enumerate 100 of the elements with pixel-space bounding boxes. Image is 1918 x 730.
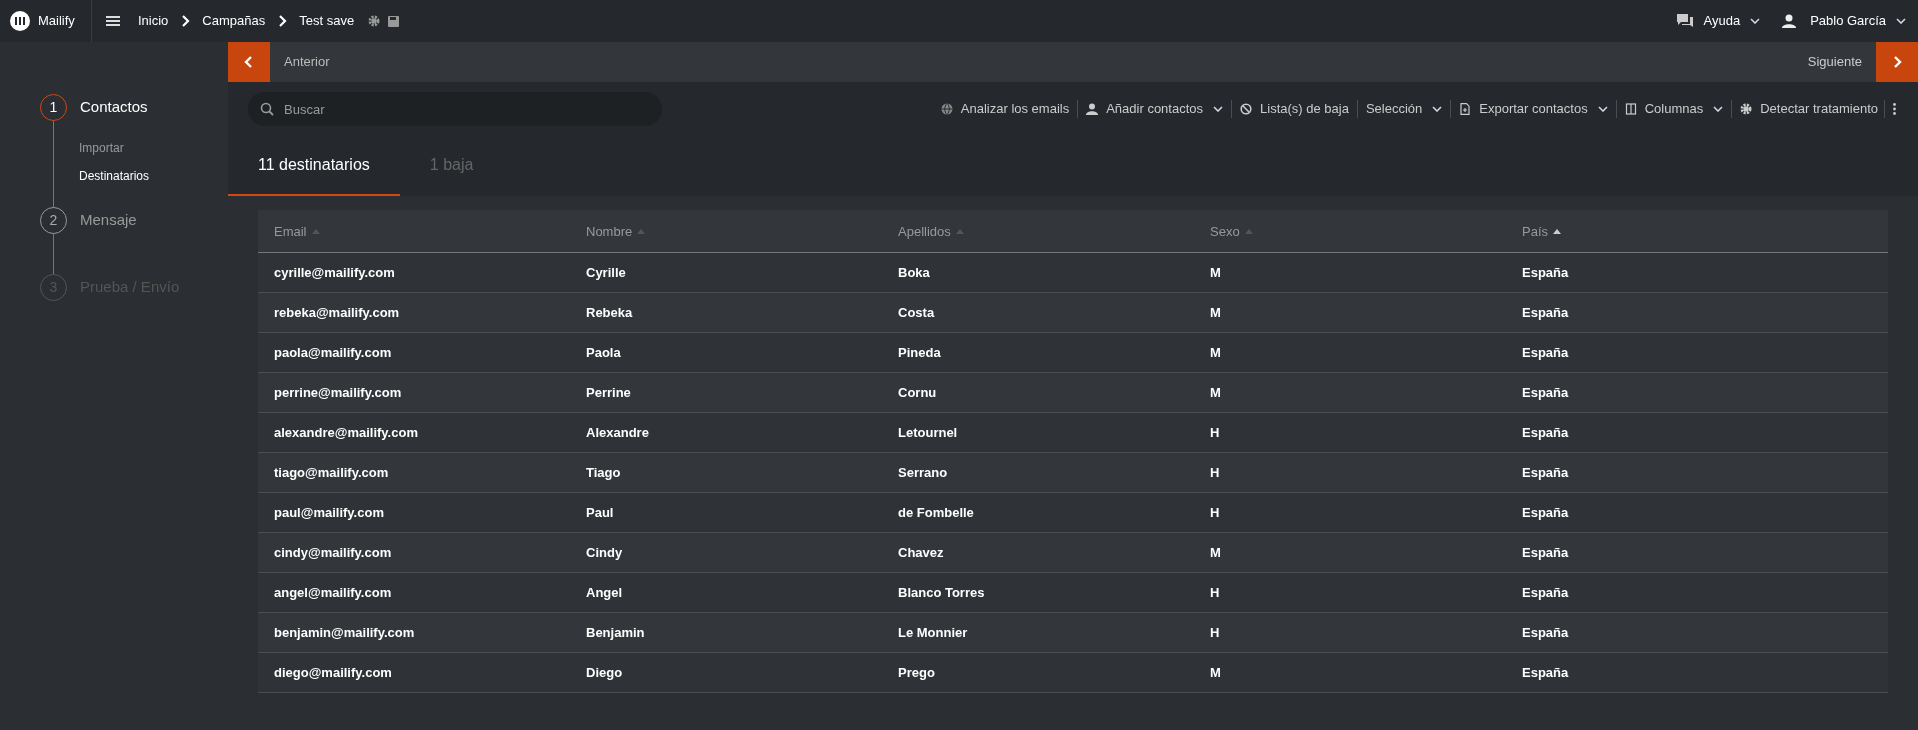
table-cell: España <box>1522 385 1569 400</box>
table-cell: España <box>1522 265 1569 280</box>
toolbar-button[interactable]: Analizar los emails <box>940 99 1070 119</box>
step-label[interactable]: Mensaje <box>80 209 137 232</box>
table-cell: diego@mailify.com <box>274 665 392 680</box>
table-cell: Perrine <box>586 385 631 400</box>
table-cell: Cindy <box>586 545 623 560</box>
user-icon <box>1782 14 1797 28</box>
toolbar-button[interactable]: Añadir contactos <box>1086 99 1224 119</box>
table-cell: alexandre@mailify.com <box>274 425 418 440</box>
toolbar-button[interactable]: Detectar tratamiento <box>1740 99 1878 119</box>
table-cell: Serrano <box>898 465 948 480</box>
vertical-ellipsis-icon <box>1893 103 1896 115</box>
column-header[interactable]: Sexo <box>1210 221 1253 242</box>
more-options-button[interactable] <box>1891 103 1898 115</box>
user-icon <box>1086 103 1099 115</box>
table-cell: M <box>1210 345 1221 360</box>
table-cell: España <box>1522 465 1569 480</box>
table-cell: Paul <box>586 505 614 520</box>
chevron-right-icon <box>277 14 288 28</box>
toolbar-button[interactable]: Columnas <box>1624 99 1724 119</box>
table-cell: España <box>1522 425 1569 440</box>
toolbar-button[interactable]: Selección <box>1365 99 1443 119</box>
tab[interactable]: 11 destinatarios <box>228 136 400 196</box>
table-cell: Diego <box>586 665 623 680</box>
table-cell: España <box>1522 545 1569 560</box>
caret-icon <box>1213 106 1224 112</box>
table-cell: España <box>1522 345 1569 360</box>
breadcrumb-link[interactable]: Inicio <box>138 11 169 31</box>
column-header[interactable]: Email <box>274 221 320 242</box>
table-cell: Angel <box>586 585 623 600</box>
table-cell: benjamin@mailify.com <box>274 625 415 640</box>
user-menu[interactable]: Pablo García <box>1782 11 1906 31</box>
table-cell: Tiago <box>586 465 621 480</box>
table-cell: España <box>1522 505 1569 520</box>
caret-icon <box>1750 18 1761 24</box>
table-cell: paola@mailify.com <box>274 345 392 360</box>
table-cell: Rebeka <box>586 305 633 320</box>
column-header[interactable]: Apellidos <box>898 221 964 242</box>
chevron-right-icon <box>180 14 191 28</box>
table-cell: perrine@mailify.com <box>274 385 402 400</box>
chevron-right-icon <box>1892 55 1902 69</box>
toolbar-button[interactable]: Lista(s) de baja <box>1240 99 1349 119</box>
table-cell: Chavez <box>898 545 944 560</box>
table-cell: Prego <box>898 665 935 680</box>
gear-icon <box>368 15 381 27</box>
breadcrumb-link[interactable]: Test save <box>299 11 355 31</box>
previous-button[interactable] <box>228 42 270 82</box>
table-cell: M <box>1210 665 1221 680</box>
table-cell: Paola <box>586 345 621 360</box>
table-cell: Boka <box>898 265 930 280</box>
gear-icon <box>1740 103 1753 115</box>
prohibited-icon <box>1240 103 1253 115</box>
file-icon <box>1459 103 1472 115</box>
table-cell: H <box>1210 465 1220 480</box>
table-cell: España <box>1522 665 1569 680</box>
table-cell: M <box>1210 385 1221 400</box>
table-cell: Cyrille <box>586 265 626 280</box>
table-cell: M <box>1210 265 1221 280</box>
chevron-left-icon <box>244 55 254 69</box>
breadcrumb-link[interactable]: Campañas <box>202 11 266 31</box>
table-cell: M <box>1210 305 1221 320</box>
table-cell: Alexandre <box>586 425 649 440</box>
search-field[interactable]: Buscar <box>248 92 662 126</box>
table-cell: Pineda <box>898 345 941 360</box>
table-cell: H <box>1210 585 1220 600</box>
previous-link[interactable]: Anterior <box>284 52 330 72</box>
table-cell: Costa <box>898 305 935 320</box>
next-link[interactable]: Siguiente <box>1807 52 1862 72</box>
column-header[interactable]: País <box>1522 221 1561 242</box>
table-cell: H <box>1210 505 1220 520</box>
caret-icon <box>1713 106 1724 112</box>
columns-icon <box>1624 103 1637 115</box>
table-cell: de Fombelle <box>898 505 974 520</box>
table-cell: angel@mailify.com <box>274 585 392 600</box>
table-cell: tiago@mailify.com <box>274 465 389 480</box>
column-header[interactable]: Nombre <box>586 221 646 242</box>
search-icon <box>260 102 274 116</box>
table-cell: España <box>1522 305 1569 320</box>
table-cell: Benjamin <box>586 625 645 640</box>
toolbar-button[interactable]: Exportar contactos <box>1459 99 1608 119</box>
substep-link[interactable]: Destinatarios <box>79 167 228 185</box>
table-cell: cyrille@mailify.com <box>274 265 395 280</box>
help-menu[interactable]: Ayuda <box>1677 11 1761 31</box>
table-cell: España <box>1522 625 1569 640</box>
globe-icon <box>940 103 953 115</box>
table-cell: H <box>1210 625 1220 640</box>
next-button[interactable] <box>1876 42 1918 82</box>
step-label[interactable]: Contactos <box>80 96 148 119</box>
table-cell: cindy@mailify.com <box>274 545 392 560</box>
caret-icon <box>1896 18 1906 24</box>
table-cell: H <box>1210 425 1220 440</box>
logo-icon <box>10 11 30 31</box>
table-cell: Cornu <box>898 385 937 400</box>
table-cell: Blanco Torres <box>898 585 985 600</box>
table-cell: Le Monnier <box>898 625 968 640</box>
substep-link[interactable]: Importar <box>79 139 228 157</box>
logo-text: Mailify <box>38 12 75 31</box>
table-cell: España <box>1522 585 1569 600</box>
chat-bubbles-icon <box>1677 14 1694 28</box>
